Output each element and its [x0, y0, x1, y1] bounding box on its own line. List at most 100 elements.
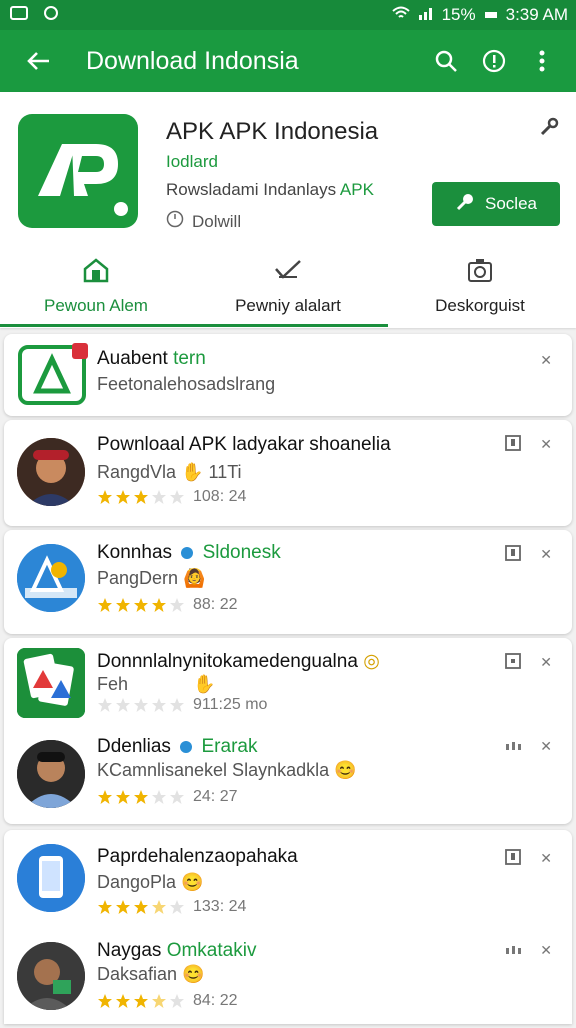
tab-deskorguist[interactable]: Deskorguist	[384, 244, 576, 328]
bookmark-icon[interactable]	[504, 652, 522, 673]
star-icon	[152, 994, 166, 1008]
list-card: Konnhas Sldonesk PangDern 🙆 88: 22 ✕	[4, 530, 572, 634]
item-rating: 88: 22	[97, 596, 237, 614]
star-icon	[134, 490, 148, 504]
page-title: Download Indonsia	[86, 46, 299, 75]
item-avatar	[17, 544, 85, 612]
star-icon	[170, 790, 184, 804]
star-icon	[170, 900, 184, 914]
wrench-icon[interactable]	[538, 116, 560, 143]
tab-pewoun-alem[interactable]: Pewoun Alem	[0, 244, 192, 328]
star-icon	[170, 994, 184, 1008]
close-icon[interactable]: ✕	[540, 546, 552, 563]
tab-pewniy-alalart[interactable]: Pewniy alalart	[192, 244, 384, 328]
star-icon	[134, 994, 148, 1008]
item-actions: ✕	[504, 434, 552, 455]
item-subtitle: KCamnlisanekel Slaynkadkla 😊	[97, 760, 357, 781]
home-icon	[82, 257, 110, 288]
star-icon	[152, 598, 166, 612]
item-subtitle-text: RangdVla	[97, 462, 177, 482]
install-button[interactable]: Soclea	[432, 182, 560, 226]
star-icon	[116, 900, 130, 914]
list-item[interactable]: Paprdehalenzaopahaka DangoPla 😊 133: 24 …	[4, 830, 572, 930]
emoji-icon: 🙆	[183, 568, 206, 588]
star-icon	[98, 994, 112, 1008]
list-item[interactable]: Ddenlias Erarak KCamnlisanekel Slaynkadk…	[4, 728, 572, 828]
featured-app-icon	[18, 343, 88, 405]
app-bar: Download Indonsia	[0, 30, 576, 92]
item-avatar	[17, 942, 85, 1010]
bookmark-icon[interactable]	[504, 848, 522, 869]
item-rating: 133: 24	[97, 898, 246, 916]
item-meta: 88: 22	[193, 596, 238, 613]
app-developer[interactable]: Iodlard	[166, 152, 218, 172]
list-item[interactable]: Naygas Omkatakiv Daksafian 😊 84: 22 ✕	[4, 928, 572, 1028]
list-item[interactable]: Pownloaal APK ladyakar shoanelia RangdVl…	[4, 420, 572, 520]
item-subtitle: PangDern 🙆	[97, 568, 206, 589]
item-app-icon	[17, 648, 85, 718]
camera-icon	[466, 257, 494, 288]
app-size: Dolwill	[166, 210, 241, 233]
item-meta: 84: 22	[193, 992, 238, 1009]
star-rating	[97, 597, 185, 613]
star-icon	[98, 598, 112, 612]
item-meta: 911:25 mo	[193, 696, 268, 713]
info-icon[interactable]	[470, 37, 518, 85]
item-title: Naygas Omkatakiv	[97, 940, 256, 962]
item-meta: 24: 27	[193, 788, 238, 805]
app-description: Rowsladami Indanlays APK	[166, 180, 374, 200]
close-icon[interactable]: ✕	[540, 654, 552, 671]
item-title-text: Donnnlalnynitokamedengualna	[97, 651, 358, 672]
list-item[interactable]: Donnnlalnynitokamedengualna ◎ Feh ✋ 911:…	[4, 638, 572, 738]
item-title: Konnhas Sldonesk	[97, 542, 281, 564]
status-bar: 15% 3:39 AM	[0, 0, 576, 30]
item-title: Donnnlalnynitokamedengualna ◎	[97, 650, 380, 673]
tab-indicator	[0, 324, 388, 327]
app-size-text: Dolwill	[192, 211, 242, 231]
item-meta: 133: 24	[193, 898, 247, 915]
app-header: APK APK Indonesia Iodlard Rowsladami Ind…	[0, 92, 576, 328]
item-title: Paprdehalenzaopahaka	[97, 846, 298, 867]
bookmark-icon[interactable]	[504, 544, 522, 565]
list-card: Pownloaal APK ladyakar shoanelia RangdVl…	[4, 420, 572, 526]
featured-title-text: Auabent	[97, 348, 168, 369]
star-icon	[170, 698, 184, 712]
more-options-icon[interactable]	[518, 37, 566, 85]
item-subtitle-text: Daksafian	[97, 964, 178, 984]
item-actions: ✕	[504, 544, 552, 565]
item-actions: ✕	[504, 652, 552, 673]
tab-bar: Pewoun Alem Pewniy alalart Deskorguist	[0, 244, 576, 328]
item-rating: 108: 24	[97, 488, 246, 506]
star-icon	[116, 598, 130, 612]
back-arrow-icon[interactable]	[14, 37, 62, 85]
featured-title-extra: tern	[173, 348, 206, 369]
featured-subtitle: Feetonalehosadslrang	[97, 374, 276, 394]
item-subtitle-text: DangoPla	[97, 872, 177, 892]
star-icon	[152, 698, 166, 712]
list-card: Donnnlalnynitokamedengualna ◎ Feh ✋ 911:…	[4, 638, 572, 824]
app-description-highlight: APK	[339, 180, 374, 199]
close-icon[interactable]: ✕	[540, 352, 552, 369]
close-icon[interactable]: ✕	[540, 738, 552, 755]
star-icon	[116, 994, 130, 1008]
list-item[interactable]: Konnhas Sldonesk PangDern 🙆 88: 22 ✕	[4, 530, 572, 630]
star-icon	[116, 490, 130, 504]
bookmark-icon[interactable]	[504, 434, 522, 455]
star-icon	[152, 900, 166, 914]
star-icon	[170, 490, 184, 504]
star-rating	[97, 899, 185, 915]
key-icon	[455, 192, 475, 217]
close-icon[interactable]: ✕	[540, 436, 552, 453]
featured-card[interactable]: Auabent tern Feetonalehosadslrang ✕	[4, 334, 572, 416]
signal-bars-icon	[504, 942, 522, 959]
close-icon[interactable]: ✕	[540, 942, 552, 959]
star-icon	[116, 790, 130, 804]
search-icon[interactable]	[422, 37, 470, 85]
close-icon[interactable]: ✕	[540, 850, 552, 867]
star-icon	[134, 598, 148, 612]
featured-title: Auabent tern	[97, 348, 206, 370]
item-title-text: Ddenlias	[97, 736, 171, 757]
star-rating	[97, 993, 185, 1009]
star-rating	[97, 697, 185, 713]
item-title-text: Konnhas	[97, 542, 173, 563]
